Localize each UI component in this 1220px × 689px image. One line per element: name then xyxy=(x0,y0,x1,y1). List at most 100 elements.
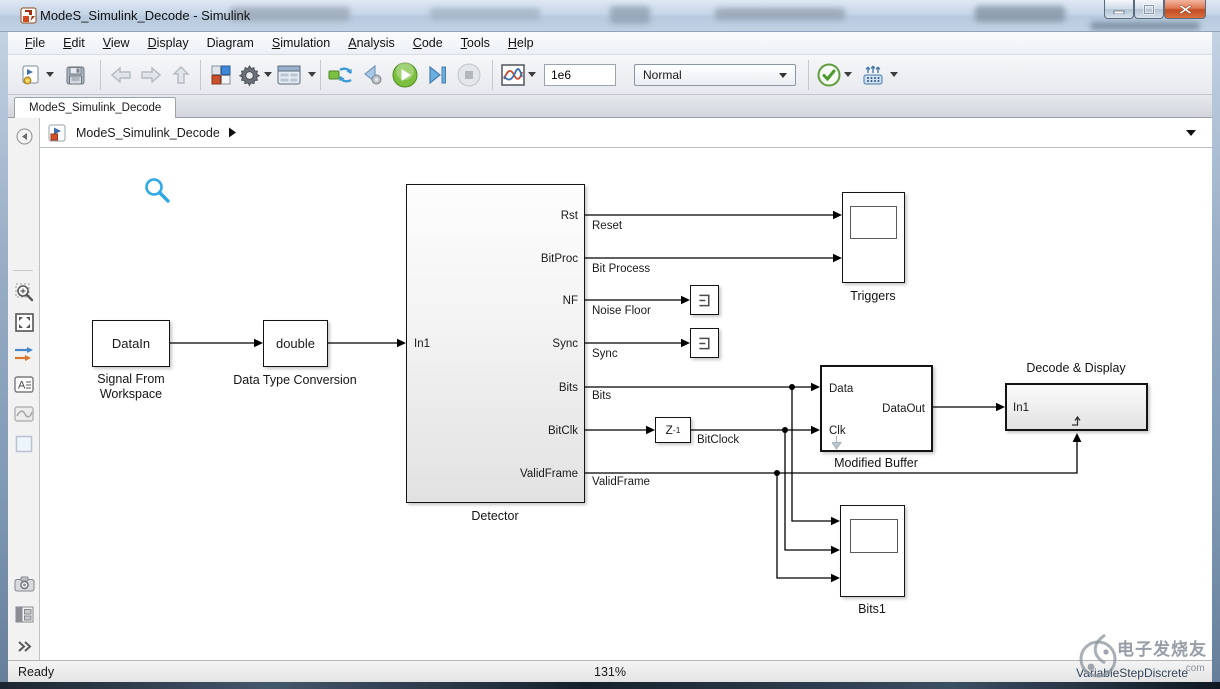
menu-code[interactable]: Code xyxy=(404,34,452,52)
menu-help[interactable]: Help xyxy=(499,34,543,52)
new-model-button[interactable] xyxy=(18,62,44,88)
sim-mode-select[interactable]: Normal xyxy=(634,64,796,86)
port-dataout[interactable]: DataOut xyxy=(882,403,925,415)
canvas-search-icon[interactable] xyxy=(143,176,173,206)
breadcrumb: ModeS_Simulink_Decode xyxy=(40,118,1212,148)
port-in1[interactable]: In1 xyxy=(1013,402,1029,414)
build-caret-icon[interactable] xyxy=(890,72,898,77)
menu-edit[interactable]: Edit xyxy=(54,34,94,52)
port-rst[interactable]: Rst xyxy=(561,210,578,222)
camera-icon xyxy=(14,576,35,592)
viewer-area-button[interactable] xyxy=(12,432,36,456)
signal-route-icon xyxy=(14,346,34,362)
stop-button[interactable] xyxy=(456,62,482,88)
trigger-port-icon xyxy=(1071,414,1084,427)
sink-glyph-icon xyxy=(696,335,713,352)
validate-button[interactable] xyxy=(816,62,842,88)
menu-diagram[interactable]: Diagram xyxy=(198,34,263,52)
signal-route-button[interactable] xyxy=(12,342,36,366)
new-model-caret-icon[interactable] xyxy=(46,72,54,77)
signal-sink-block-noise-floor[interactable] xyxy=(690,285,719,315)
expand-sidebar-button[interactable] xyxy=(12,634,36,658)
status-bar: Ready 131% VariableStepDiscrete xyxy=(8,660,1212,682)
breadcrumb-model[interactable]: ModeS_Simulink_Decode xyxy=(76,126,220,140)
block-detector[interactable]: In1 Rst BitProc NF Sync Bits BitClk Vali… xyxy=(406,184,585,503)
update-diagram-button[interactable] xyxy=(328,62,354,88)
fit-to-view-button[interactable] xyxy=(12,310,36,334)
annotation-button[interactable]: A xyxy=(12,372,36,396)
stop-time-input[interactable] xyxy=(544,64,616,86)
green-check-icon xyxy=(817,63,841,87)
up-arrow-icon xyxy=(172,65,190,85)
breadcrumb-arrow-icon[interactable] xyxy=(228,127,237,138)
up-button[interactable] xyxy=(168,62,194,88)
port-validframe[interactable]: ValidFrame xyxy=(520,468,578,480)
step-back-button[interactable] xyxy=(360,62,386,88)
model-config-icon xyxy=(277,65,301,85)
step-forward-button[interactable] xyxy=(424,62,450,88)
port-bits[interactable]: Bits xyxy=(559,382,578,394)
hide-explorer-button[interactable] xyxy=(12,124,36,148)
block-modified-buffer[interactable]: Data Clk DataOut xyxy=(820,365,933,452)
block-data-type-conversion[interactable]: double xyxy=(263,320,328,367)
maximize-button[interactable] xyxy=(1134,0,1164,19)
block-unit-delay[interactable]: Z-1 xyxy=(655,417,691,443)
scope-screen xyxy=(850,519,898,553)
zoom-region-button[interactable] xyxy=(12,280,36,304)
screenshot-button[interactable] xyxy=(12,572,36,596)
block-decode-display[interactable]: In1 xyxy=(1005,383,1148,431)
port-data[interactable]: Data xyxy=(829,383,853,395)
sim-display-caret-icon[interactable] xyxy=(528,72,536,77)
port-in1[interactable]: In1 xyxy=(414,338,430,350)
menu-simulation[interactable]: Simulation xyxy=(263,34,339,52)
scope-triggers[interactable] xyxy=(842,192,905,283)
stop-icon xyxy=(457,63,481,87)
library-browser-button[interactable] xyxy=(208,62,234,88)
annotation-icon: A xyxy=(14,376,34,393)
menu-file[interactable]: File xyxy=(16,34,54,52)
back-button[interactable] xyxy=(108,62,134,88)
run-button[interactable] xyxy=(392,62,418,88)
minimize-button[interactable] xyxy=(1104,0,1134,19)
port-bitclk[interactable]: BitClk xyxy=(548,425,578,437)
block-signal-from-workspace[interactable]: DataIn xyxy=(92,320,170,367)
model-browser-button[interactable] xyxy=(12,602,36,626)
build-button[interactable] xyxy=(860,62,886,88)
scope-bits1[interactable] xyxy=(840,505,905,597)
status-solver: VariableStepDiscrete xyxy=(1076,666,1188,680)
block-label: Z xyxy=(666,423,673,437)
scope-screen xyxy=(850,206,897,239)
settings-caret-icon[interactable] xyxy=(264,72,272,77)
port-nf[interactable]: NF xyxy=(563,295,578,307)
menu-analysis[interactable]: Analysis xyxy=(339,34,404,52)
block-label: double xyxy=(276,336,315,351)
validate-caret-icon[interactable] xyxy=(844,72,852,77)
signal-sink-block-sync[interactable] xyxy=(690,328,719,358)
title-bar: ModeS_Simulink_Decode - Simulink xyxy=(0,0,1220,32)
save-button[interactable] xyxy=(62,62,88,88)
menu-display[interactable]: Display xyxy=(139,34,198,52)
model-config-caret-icon[interactable] xyxy=(308,72,316,77)
menu-view[interactable]: View xyxy=(94,34,139,52)
port-bitproc[interactable]: BitProc xyxy=(541,253,578,265)
signal-wave-icon xyxy=(14,406,34,422)
port-sync[interactable]: Sync xyxy=(552,338,578,350)
zoom-magnifier-icon xyxy=(15,283,34,302)
step-forward-icon xyxy=(426,64,448,86)
tab-bar: ModeS_Simulink_Decode xyxy=(8,95,1212,118)
tab-model[interactable]: ModeS_Simulink_Decode xyxy=(14,97,176,118)
breadcrumb-dropdown-icon[interactable] xyxy=(1186,130,1196,136)
settings-button[interactable] xyxy=(236,62,262,88)
close-button[interactable] xyxy=(1164,0,1206,19)
toolbar-separator xyxy=(492,60,493,90)
sim-display-button[interactable] xyxy=(500,62,526,88)
model-config-button[interactable] xyxy=(276,62,302,88)
block-label: DataIn xyxy=(112,336,150,351)
forward-button[interactable] xyxy=(138,62,164,88)
menu-tools[interactable]: Tools xyxy=(452,34,499,52)
save-icon xyxy=(65,65,86,86)
aero-glass-blob xyxy=(975,6,1065,22)
area-square-icon xyxy=(15,435,33,453)
sidebar-divider xyxy=(13,270,33,271)
sample-time-display-button[interactable] xyxy=(12,402,36,426)
